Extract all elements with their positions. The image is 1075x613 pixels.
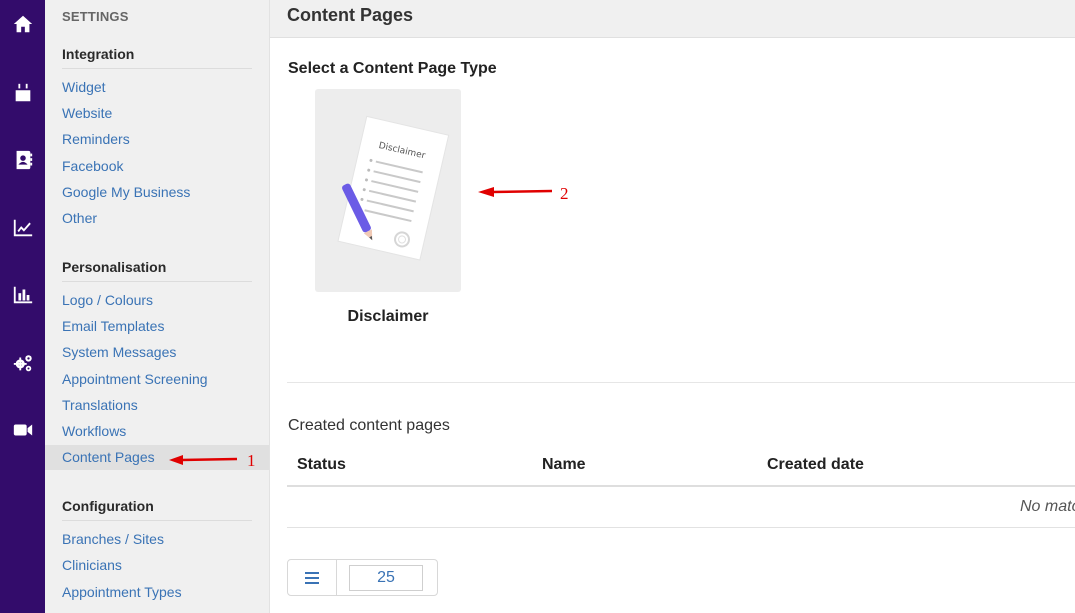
sidebar-item-translations[interactable]: Translations [62,397,138,413]
icon-rail [0,0,45,613]
sidebar-item-workflows[interactable]: Workflows [62,423,126,439]
sidebar-item-appointment-types[interactable]: Appointment Types [62,584,182,600]
disclaimer-type-card[interactable]: Disclaimer [315,89,461,292]
column-header-name[interactable]: Name [542,456,586,474]
disclaimer-card-label: Disclaimer [347,308,429,325]
table-header-divider [287,485,1075,487]
sidebar-item-appointment-screening[interactable]: Appointment Screening [62,371,208,387]
document-illustration-icon: Disclaimer [337,115,450,261]
page-size-input[interactable] [349,565,423,591]
annotation-arrow-2 [478,187,553,197]
calendar-icon[interactable] [9,79,36,106]
sidebar-item-website[interactable]: Website [62,105,112,121]
column-header-status[interactable]: Status [297,456,346,474]
table-bottom-divider [287,527,1075,528]
hamburger-icon [305,571,319,584]
annotation-number-1: 1 [247,451,256,470]
sidebar-item-system-messages[interactable]: System Messages [62,344,176,360]
list-menu-button[interactable] [288,560,337,595]
sidebar-item-content-pages[interactable]: Content Pages [62,449,155,465]
settings-sidebar: SETTINGS Integration Widget Website Remi… [45,0,270,613]
created-pages-heading: Created content pages [288,417,450,434]
sidebar-item-email-templates[interactable]: Email Templates [62,318,164,334]
video-camera-icon[interactable] [9,416,36,443]
bar-chart-icon[interactable] [9,281,36,308]
section-divider [62,281,252,282]
section-divider [287,382,1075,383]
section-heading-configuration: Configuration [62,498,154,514]
sidebar-item-widget[interactable]: Widget [62,79,106,95]
page-title: Content Pages [287,5,414,25]
section-divider [62,68,252,69]
empty-table-message: No matc [1020,498,1075,515]
select-type-heading: Select a Content Page Type [288,60,497,77]
settings-gears-icon[interactable] [9,349,36,376]
pagination-control [287,559,438,596]
trend-chart-icon[interactable] [9,214,36,241]
sidebar-item-facebook[interactable]: Facebook [62,158,123,174]
contacts-icon[interactable] [9,146,36,173]
section-heading-personalisation: Personalisation [62,259,167,275]
sidebar-item-google-my-business[interactable]: Google My Business [62,184,190,200]
sidebar-item-reminders[interactable]: Reminders [62,131,130,147]
sidebar-item-clinicians[interactable]: Clinicians [62,557,122,573]
column-header-created-date[interactable]: Created date [767,456,864,474]
sidebar-item-branches-sites[interactable]: Branches / Sites [62,531,164,547]
annotation-number-2: 2 [560,184,569,203]
sidebar-item-other[interactable]: Other [62,210,97,226]
sidebar-title: SETTINGS [62,9,129,24]
main-header: Content Pages [270,0,1075,38]
section-divider [62,520,252,521]
section-heading-integration: Integration [62,46,135,62]
sidebar-item-logo-colours[interactable]: Logo / Colours [62,292,153,308]
home-icon[interactable] [9,10,36,37]
